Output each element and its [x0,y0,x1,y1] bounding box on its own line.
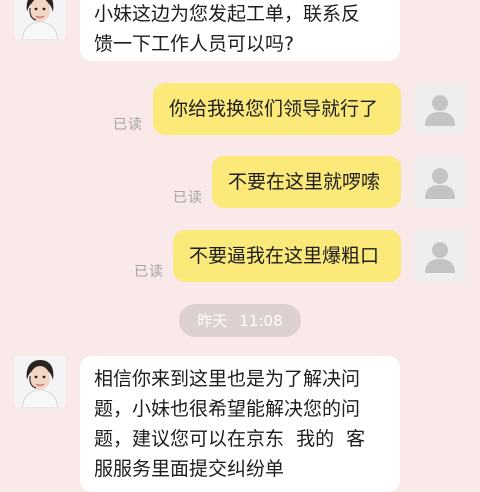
user-message-bubble[interactable]: 不要在这里就啰嗦 [212,156,401,208]
message-line: 小妹这边为您发起工单，联系反 [94,3,361,25]
agent-avatar[interactable] [14,356,66,408]
message-text: 不要逼我在这里爆粗口 [189,245,380,267]
default-user-avatar-icon [425,242,455,273]
timestamp-divider: 昨天 11:08 [179,304,301,337]
message-text: 你给我换您们领导就行了 [169,98,379,120]
agent-avatar[interactable] [14,0,66,40]
default-user-avatar-icon [425,168,455,199]
agent-message-bubble[interactable]: 相信你来到这里也是为了解决问 题，小妹也很希望能解决您的问 题，建议您可以在京东… [80,356,400,492]
message-line: 题，建议您可以在京东 我的 客 [94,428,366,450]
message-line: 题，小妹也很希望能解决您的问 [94,398,361,420]
user-message-bubble[interactable]: 你给我换您们领导就行了 [153,83,401,135]
read-status: 已读 [134,264,164,280]
read-status: 已读 [173,190,203,206]
timestamp-day: 昨天 [197,312,228,330]
user-avatar[interactable] [414,83,466,135]
default-user-avatar-icon [425,95,455,126]
agent-message-bubble[interactable]: 小妹这边为您发起工单，联系反 馈一下工作人员可以吗? [80,0,400,61]
agent-avatar-icon [14,0,66,40]
message-line: 馈一下工作人员可以吗? [94,33,295,55]
user-message-bubble[interactable]: 不要逼我在这里爆粗口 [173,230,401,282]
user-avatar[interactable] [414,230,466,282]
message-text: 不要在这里就啰嗦 [228,171,381,193]
read-status: 已读 [113,117,143,133]
user-avatar[interactable] [414,156,466,208]
agent-avatar-icon [14,356,66,408]
message-line: 相信你来到这里也是为了解决问 [94,368,361,390]
timestamp-time: 11:08 [239,311,283,330]
